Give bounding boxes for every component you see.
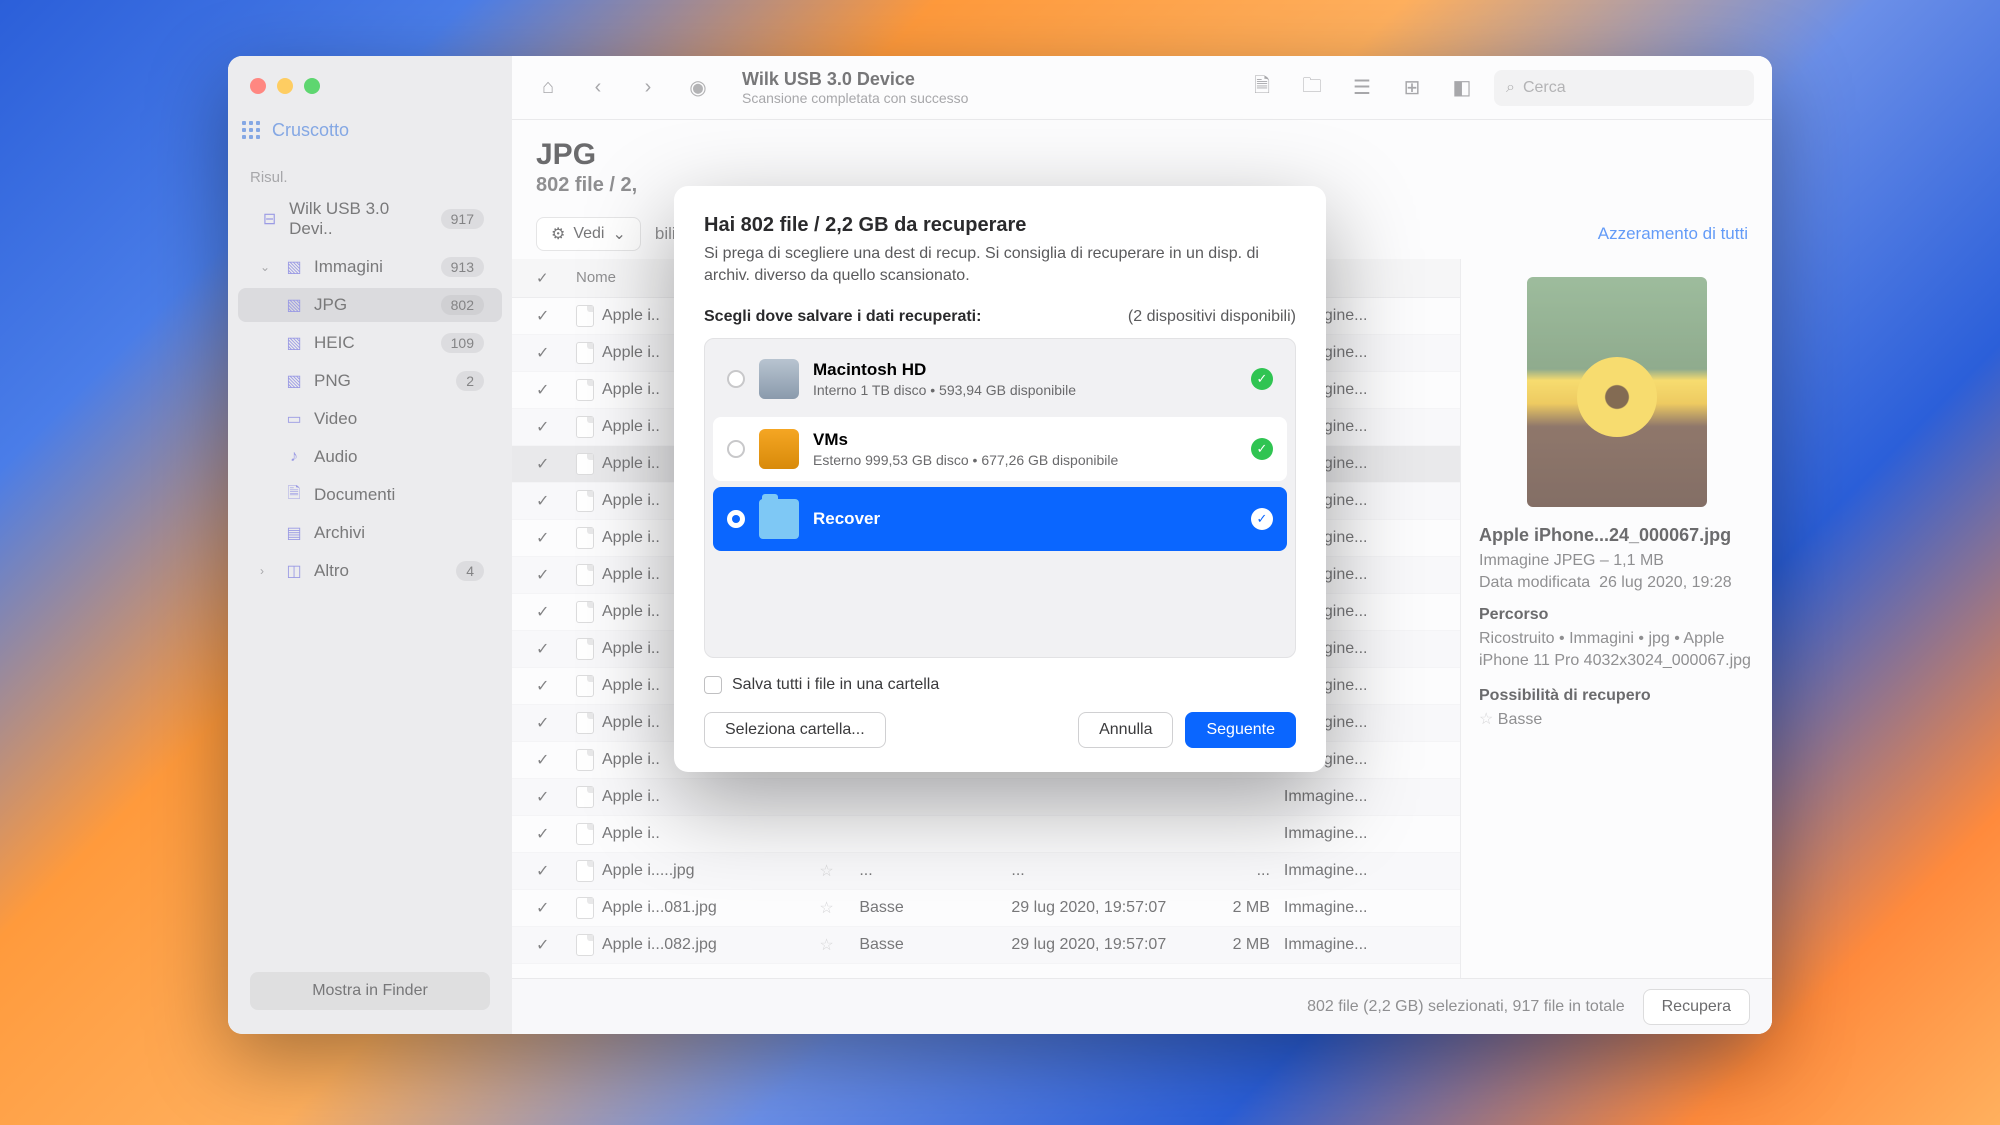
dest-name: Recover xyxy=(813,509,1237,529)
save-all-checkbox-row[interactable]: Salva tutti i file in una cartella xyxy=(704,676,1296,694)
radio-button[interactable] xyxy=(727,440,745,458)
modal-subtitle: Si prega di scegliere una dest di recup.… xyxy=(704,243,1296,288)
recovery-destination-modal: Hai 802 file / 2,2 GB da recuperare Si p… xyxy=(674,186,1326,772)
folder-icon xyxy=(759,499,799,539)
radio-button[interactable] xyxy=(727,370,745,388)
internal-disk-icon xyxy=(759,359,799,399)
dest-sub: Interno 1 TB disco • 593,94 GB disponibi… xyxy=(813,382,1237,398)
modal-backdrop: Hai 802 file / 2,2 GB da recuperare Si p… xyxy=(228,56,1772,1034)
destination-recover-folder[interactable]: Recover ✓ xyxy=(713,487,1287,551)
check-icon: ✓ xyxy=(1251,368,1273,390)
next-button[interactable]: Seguente xyxy=(1185,712,1296,748)
checkbox[interactable] xyxy=(704,676,722,694)
app-window: Cruscotto Risul. ⊟ Wilk USB 3.0 Devi.. 9… xyxy=(228,56,1772,1034)
destination-list: Macintosh HD Interno 1 TB disco • 593,94… xyxy=(704,338,1296,658)
destination-vms[interactable]: VMs Esterno 999,53 GB disco • 677,26 GB … xyxy=(713,417,1287,481)
modal-title: Hai 802 file / 2,2 GB da recuperare xyxy=(704,214,1296,237)
cancel-button[interactable]: Annulla xyxy=(1078,712,1173,748)
dest-name: Macintosh HD xyxy=(813,360,1237,380)
destination-macintosh-hd[interactable]: Macintosh HD Interno 1 TB disco • 593,94… xyxy=(713,347,1287,411)
dest-name: VMs xyxy=(813,430,1237,450)
radio-button[interactable] xyxy=(727,510,745,528)
device-count-label: (2 dispositivi disponibili) xyxy=(1128,308,1296,326)
dest-sub: Esterno 999,53 GB disco • 677,26 GB disp… xyxy=(813,452,1237,468)
check-icon: ✓ xyxy=(1251,508,1273,530)
save-all-label: Salva tutti i file in una cartella xyxy=(732,676,939,694)
choose-destination-label: Scegli dove salvare i dati recuperati: xyxy=(704,308,981,326)
check-icon: ✓ xyxy=(1251,438,1273,460)
external-disk-icon xyxy=(759,429,799,469)
select-folder-button[interactable]: Seleziona cartella... xyxy=(704,712,886,748)
